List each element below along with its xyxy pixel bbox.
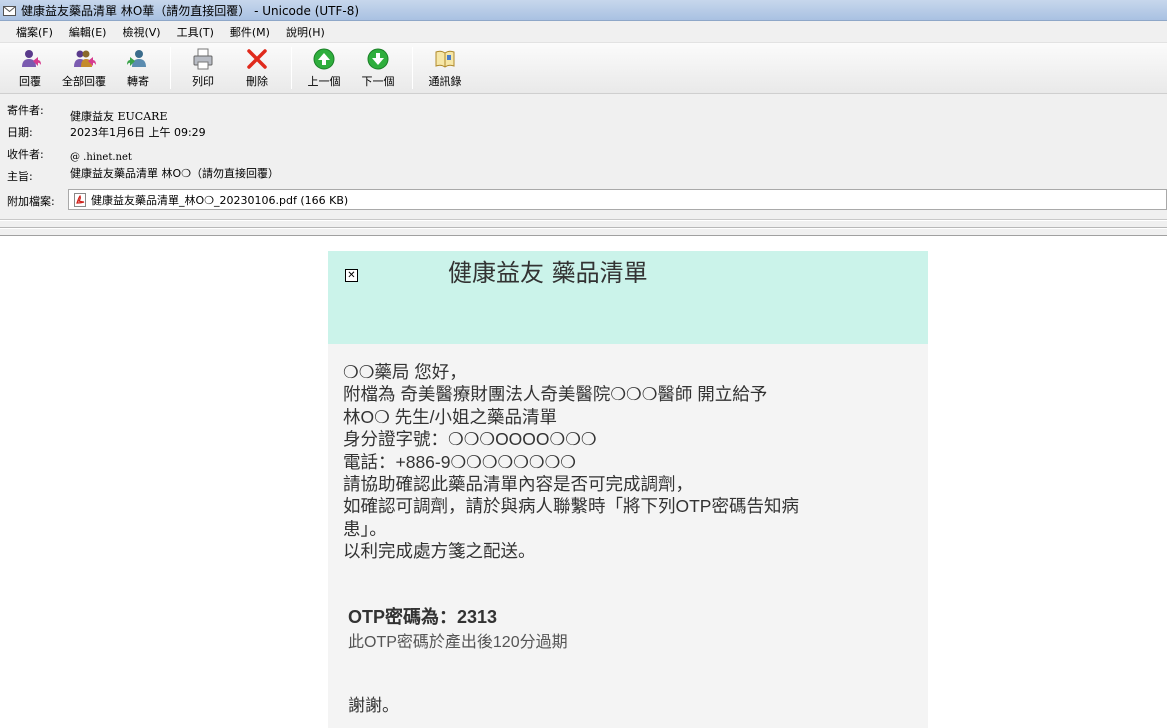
toolbar-separator xyxy=(170,47,171,89)
body-line: 如確認可調劑，請於與病人聯繫時「將下列OTP密碼告知病 xyxy=(343,496,799,517)
reply-icon xyxy=(22,50,41,67)
subject-value: 健康益友藥品清單 林O❍（請勿直接回覆） xyxy=(70,167,280,180)
forward-label: 轉寄 xyxy=(127,75,149,88)
delete-icon xyxy=(247,49,267,69)
printer-icon xyxy=(193,48,213,70)
reply-all-label: 全部回覆 xyxy=(62,75,106,88)
delete-label: 刪除 xyxy=(246,75,268,88)
menu-help[interactable]: 說明(H) xyxy=(278,22,333,42)
title-bar: 健康益友藥品清單 林O華（請勿直接回覆） - Unicode (UTF-8) xyxy=(0,0,1167,21)
forward-icon xyxy=(127,50,146,67)
closing-text: 謝謝。 xyxy=(348,696,399,715)
subject-label: 主旨: xyxy=(7,170,33,183)
menu-message[interactable]: 郵件(M) xyxy=(222,22,278,42)
next-label: 下一個 xyxy=(361,75,395,88)
otp-code: OTP密碼為：2313 xyxy=(348,607,498,627)
attachment-field: 健康益友藥品清單_林O❍_20230106.pdf (166 KB) xyxy=(68,189,1167,210)
body-line: 請協助確認此藥品清單內容是否可完成調劑， xyxy=(343,474,693,495)
to-label: 收件者: xyxy=(7,148,44,161)
toolbar-separator xyxy=(291,47,292,89)
body-line: 患」。 xyxy=(343,518,387,539)
splitter-line xyxy=(0,227,1167,229)
menu-file[interactable]: 檔案(F) xyxy=(8,22,61,42)
body-line: 林O❍ 先生/小姐之藥品清單 xyxy=(343,406,558,427)
contacts-label: 通訊錄 xyxy=(428,75,462,88)
delete-button[interactable]: 刪除 xyxy=(229,47,285,91)
message-text: ❍❍藥局 您好， 附檔為 奇美醫療財團法人奇美醫院❍❍❍醫師 開立給予 林O❍ … xyxy=(343,361,903,563)
date-value: 2023年1月6日 上午 09:29 xyxy=(70,126,206,139)
menu-tools[interactable]: 工具(T) xyxy=(169,22,222,42)
greeting-line: ❍❍藥局 您好， xyxy=(343,362,467,382)
pane-splitter[interactable] xyxy=(0,221,1167,236)
arrow-down-icon xyxy=(367,48,389,70)
next-button[interactable]: 下一個 xyxy=(350,47,406,91)
message-header: 寄件者: 健康益友 EUCARE 日期: 2023年1月6日 上午 09:29 … xyxy=(0,94,1167,220)
window-title: 健康益友藥品清單 林O華（請勿直接回覆） - Unicode (UTF-8) xyxy=(21,3,360,18)
pdf-icon xyxy=(74,192,86,207)
reply-button[interactable]: 回覆 xyxy=(4,47,56,91)
previous-label: 上一個 xyxy=(307,75,341,88)
body-line: 附檔為 奇美醫療財團法人奇美醫院❍❍❍醫師 開立給予 xyxy=(343,384,768,405)
previous-button[interactable]: 上一個 xyxy=(298,47,350,91)
menu-bar: 檔案(F) 編輯(E) 檢視(V) 工具(T) 郵件(M) 說明(H) xyxy=(0,21,1167,43)
attachment-file-link[interactable]: 健康益友藥品清單_林O❍_20230106.pdf (166 KB) xyxy=(91,192,348,208)
date-label: 日期: xyxy=(7,126,33,139)
message-banner: ✕ 健康益友 藥品清單 xyxy=(328,251,928,344)
to-value: @ .hinet.net xyxy=(70,152,132,163)
arrow-up-icon xyxy=(313,48,335,70)
message-body: ✕ 健康益友 藥品清單 ❍❍藥局 您好， 附檔為 奇美醫療財團法人奇美醫院❍❍❍… xyxy=(328,251,928,728)
reply-all-icon xyxy=(74,50,96,67)
from-label: 寄件者: xyxy=(7,104,44,117)
body-line: 以利完成處方箋之配送。 xyxy=(343,541,536,562)
otp-expiry-note: 此OTP密碼於產出後120分過期 xyxy=(348,634,568,651)
menu-edit[interactable]: 編輯(E) xyxy=(61,22,115,42)
reply-all-button[interactable]: 全部回覆 xyxy=(56,47,112,91)
contacts-button[interactable]: 通訊錄 xyxy=(419,47,471,91)
body-line: 電話：+886-9❍❍❍❍❍❍❍❍ xyxy=(343,451,576,472)
forward-button[interactable]: 轉寄 xyxy=(112,47,164,91)
print-button[interactable]: 列印 xyxy=(177,47,229,91)
toolbar: 回覆 全部回覆 轉寄 列印 刪除 上一個 下一個 通訊錄 xyxy=(0,43,1167,94)
message-title: 健康益友 藥品清單 xyxy=(448,259,648,287)
menu-view[interactable]: 檢視(V) xyxy=(114,22,168,42)
attachment-label: 附加檔案: xyxy=(7,195,55,208)
print-label: 列印 xyxy=(192,75,214,88)
toolbar-separator xyxy=(412,47,413,89)
broken-image-icon: ✕ xyxy=(345,269,358,282)
address-book-icon xyxy=(435,50,455,68)
mail-icon xyxy=(3,5,16,16)
from-value: 健康益友 EUCARE xyxy=(70,110,168,123)
body-line: 身分證字號：❍❍❍OOOO❍❍❍ xyxy=(343,429,597,450)
reply-label: 回覆 xyxy=(19,75,41,88)
